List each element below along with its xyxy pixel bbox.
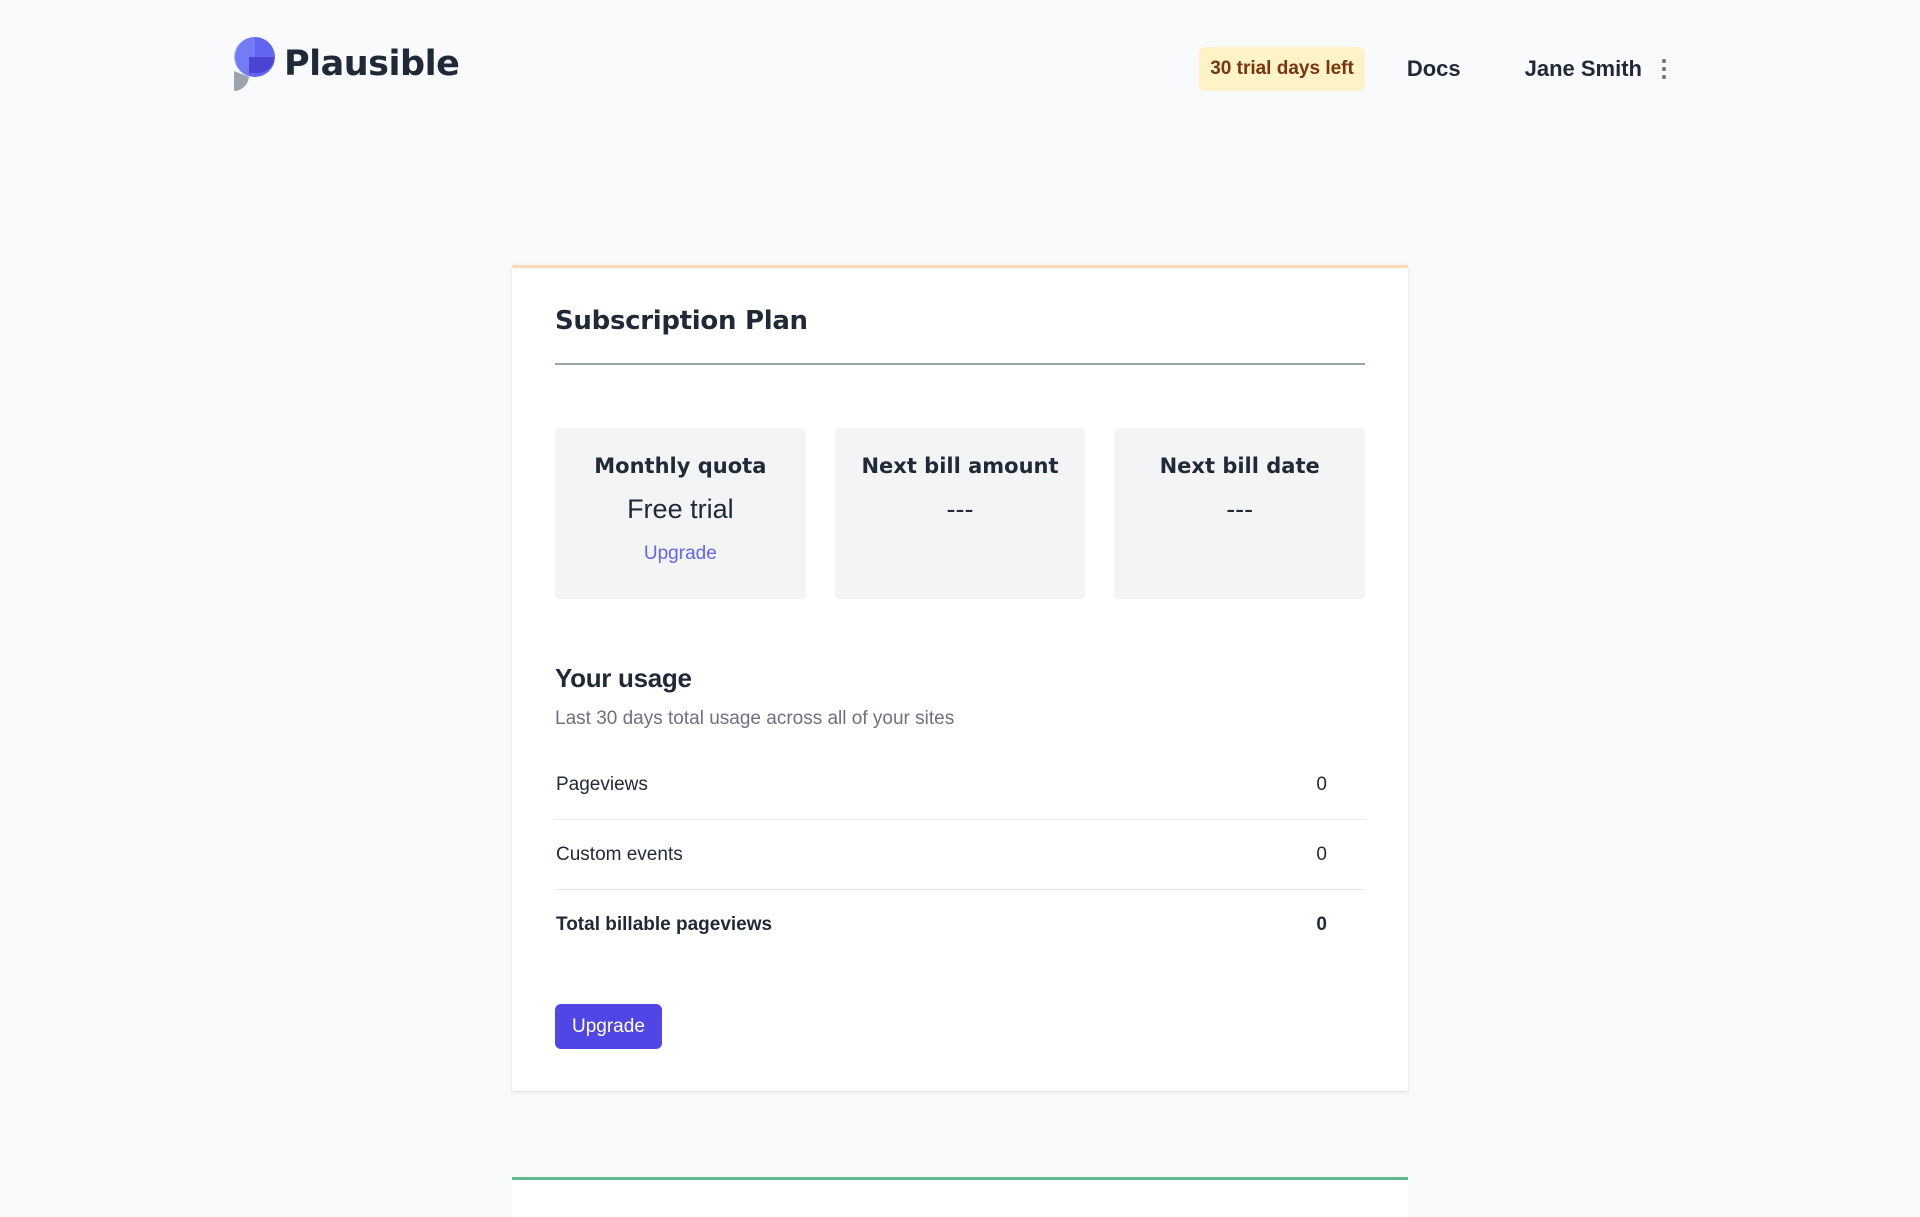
stat-value: --- [1226, 494, 1254, 524]
usage-row-label: Total billable pageviews [556, 914, 773, 935]
table-row: Pageviews 0 [555, 750, 1365, 820]
top-nav: 30 trial days left Docs Jane Smith [1199, 46, 1674, 92]
stat-value: Free trial [627, 494, 734, 524]
stat-monthly-quota: Monthly quota Free trial Upgrade [555, 428, 806, 599]
usage-table: Pageviews 0 Custom events 0 Total billab… [555, 750, 1365, 960]
plan-stats: Monthly quota Free trial Upgrade Next bi… [555, 428, 1366, 599]
upgrade-button[interactable]: Upgrade [555, 1004, 662, 1049]
usage-row-value: 0 [1316, 773, 1327, 795]
stat-label: Next bill date [1159, 454, 1320, 478]
quota-upgrade-link[interactable]: Upgrade [644, 543, 717, 565]
trial-days-badge[interactable]: 30 trial days left [1199, 47, 1365, 91]
top-header: Plausible 30 trial days left Docs Jane S… [0, 0, 1920, 140]
title-divider [555, 363, 1365, 365]
usage-subtitle: Last 30 days total usage across all of y… [555, 708, 955, 729]
usage-row-label: Custom events [556, 843, 683, 865]
usage-row-label: Pageviews [556, 773, 648, 795]
usage-row-value: 0 [1316, 914, 1327, 935]
stat-next-bill-amount: Next bill amount --- [834, 428, 1086, 599]
stat-label: Next bill amount [861, 454, 1059, 478]
next-card [512, 1177, 1408, 1217]
usage-row-value: 0 [1316, 843, 1327, 865]
user-menu-name[interactable]: Jane Smith [1525, 56, 1642, 82]
stat-label: Monthly quota [594, 454, 767, 478]
table-row: Custom events 0 [555, 820, 1365, 890]
docs-link[interactable]: Docs [1407, 56, 1461, 82]
stat-value: --- [946, 494, 974, 524]
subscription-card: Subscription Plan Monthly quota Free tri… [512, 265, 1408, 1091]
vertical-dots-icon[interactable] [1654, 55, 1674, 83]
table-row-total: Total billable pageviews 0 [555, 890, 1365, 960]
plausible-logo[interactable]: Plausible [234, 36, 460, 92]
usage-title: Your usage [555, 663, 692, 693]
stat-next-bill-date: Next bill date --- [1114, 428, 1366, 599]
subscription-title: Subscription Plan [555, 306, 808, 336]
logo-text: Plausible [284, 44, 460, 84]
plausible-logo-icon [234, 37, 276, 91]
